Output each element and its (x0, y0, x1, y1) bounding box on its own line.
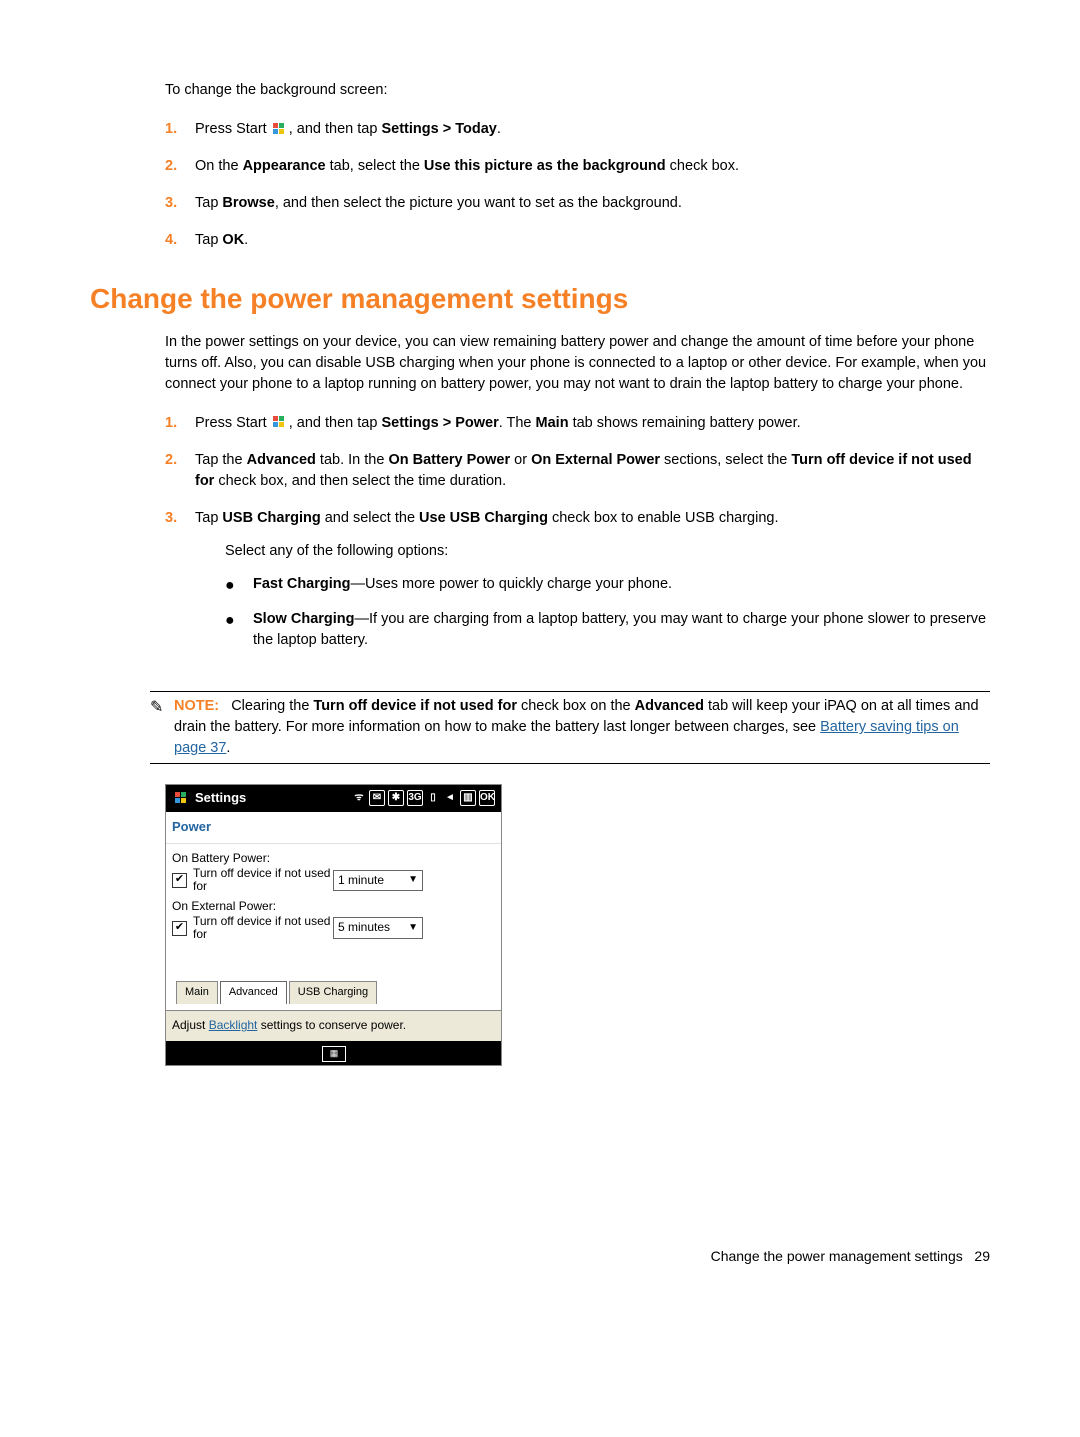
item-text: Tap USB Charging and select the Use USB … (195, 508, 990, 663)
bars-icon: ▯ (426, 791, 440, 805)
checkbox-label: Turn off device if not used for (193, 867, 333, 893)
body-paragraph: In the power settings on your device, yo… (165, 332, 990, 395)
note-text: NOTE: Clearing the Turn off device if no… (174, 696, 990, 759)
section-label: On Battery Power: (172, 850, 495, 867)
tab-advanced[interactable]: Advanced (220, 981, 287, 1004)
panel-title: Power (166, 812, 501, 844)
item-text: Tap OK. (195, 230, 990, 251)
page-footer: Change the power management settings 29 (90, 1246, 990, 1266)
window-title: Settings (195, 789, 246, 808)
list-item: 2. Tap the Advanced tab. In the On Batte… (165, 450, 990, 492)
item-number: 4. (165, 230, 195, 251)
item-number: 1. (165, 413, 195, 434)
battery-icon: ▥ (460, 790, 476, 806)
backlight-link[interactable]: Backlight (209, 1018, 258, 1032)
tab-bar: Main Advanced USB Charging (172, 981, 495, 1004)
device-screenshot: Settings ᯤ ✉ ✱ 3G ▯ ◄ ▥ OK Power On Batt… (165, 784, 502, 1066)
keyboard-icon[interactable]: ▦ (322, 1046, 346, 1062)
checkbox-external-turnoff[interactable]: ✔ (172, 921, 187, 936)
note-icon: ✎ (150, 696, 174, 759)
checkbox-battery-turnoff[interactable]: ✔ (172, 873, 187, 888)
sub-bullet-list: ● Fast Charging—Uses more power to quick… (225, 574, 990, 651)
signal-icon: ᯤ (352, 791, 366, 805)
tab-usb-charging[interactable]: USB Charging (289, 981, 377, 1004)
mail-icon: ✉ (369, 790, 385, 806)
panel-body: On Battery Power: ✔ Turn off device if n… (166, 844, 501, 1010)
list-item: 4. Tap OK. (165, 230, 990, 251)
item-number: 2. (165, 450, 195, 471)
chevron-down-icon: ▼ (408, 921, 418, 936)
list-item: 3. Tap USB Charging and select the Use U… (165, 508, 990, 663)
windows-icon (273, 416, 287, 430)
sip-bar: ▦ (166, 1041, 501, 1065)
bullet-icon: ● (225, 609, 253, 632)
windows-icon[interactable] (174, 791, 188, 805)
hint-row: Adjust Backlight settings to conserve po… (166, 1010, 501, 1040)
item-text: On the Appearance tab, select the Use th… (195, 156, 990, 177)
status-tray: ᯤ ✉ ✱ 3G ▯ ◄ ▥ OK (352, 790, 495, 806)
item-text: Tap the Advanced tab. In the On Battery … (195, 450, 990, 492)
section-heading: Change the power management settings (90, 279, 990, 320)
item-text: Press Start , and then tap Settings > Po… (195, 413, 990, 434)
list-item: 2. On the Appearance tab, select the Use… (165, 156, 990, 177)
bullet-icon: ● (225, 574, 253, 597)
section-label: On External Power: (172, 898, 495, 915)
note-callout: ✎ NOTE: Clearing the Turn off device if … (150, 691, 990, 764)
steps-list-1: 1. Press Start , and then tap Settings >… (165, 119, 990, 251)
list-item: ● Slow Charging—If you are charging from… (225, 609, 990, 651)
dropdown-battery-time[interactable]: 1 minute▼ (333, 870, 423, 891)
item-text: Tap Browse, and then select the picture … (195, 193, 990, 214)
sub-intro: Select any of the following options: (225, 541, 990, 562)
ok-button[interactable]: OK (479, 790, 495, 806)
list-item: 1. Press Start , and then tap Settings >… (165, 119, 990, 140)
item-text: Press Start , and then tap Settings > To… (195, 119, 990, 140)
item-number: 3. (165, 193, 195, 214)
item-number: 1. (165, 119, 195, 140)
tab-main[interactable]: Main (176, 981, 218, 1004)
intro-text: To change the background screen: (165, 80, 990, 101)
list-item: 1. Press Start , and then tap Settings >… (165, 413, 990, 434)
dropdown-external-time[interactable]: 5 minutes▼ (333, 917, 423, 938)
list-item: 3. Tap Browse, and then select the pictu… (165, 193, 990, 214)
chevron-down-icon: ▼ (408, 873, 418, 888)
speaker-icon: ◄ (443, 791, 457, 805)
item-number: 3. (165, 508, 195, 529)
windows-icon (273, 122, 287, 136)
checkbox-label: Turn off device if not used for (193, 915, 333, 941)
bluetooth-icon: ✱ (388, 790, 404, 806)
list-item: ● Fast Charging—Uses more power to quick… (225, 574, 990, 597)
item-number: 2. (165, 156, 195, 177)
titlebar: Settings ᯤ ✉ ✱ 3G ▯ ◄ ▥ OK (166, 785, 501, 812)
steps-list-2: 1. Press Start , and then tap Settings >… (165, 413, 990, 663)
network-3g-icon: 3G (407, 790, 423, 806)
